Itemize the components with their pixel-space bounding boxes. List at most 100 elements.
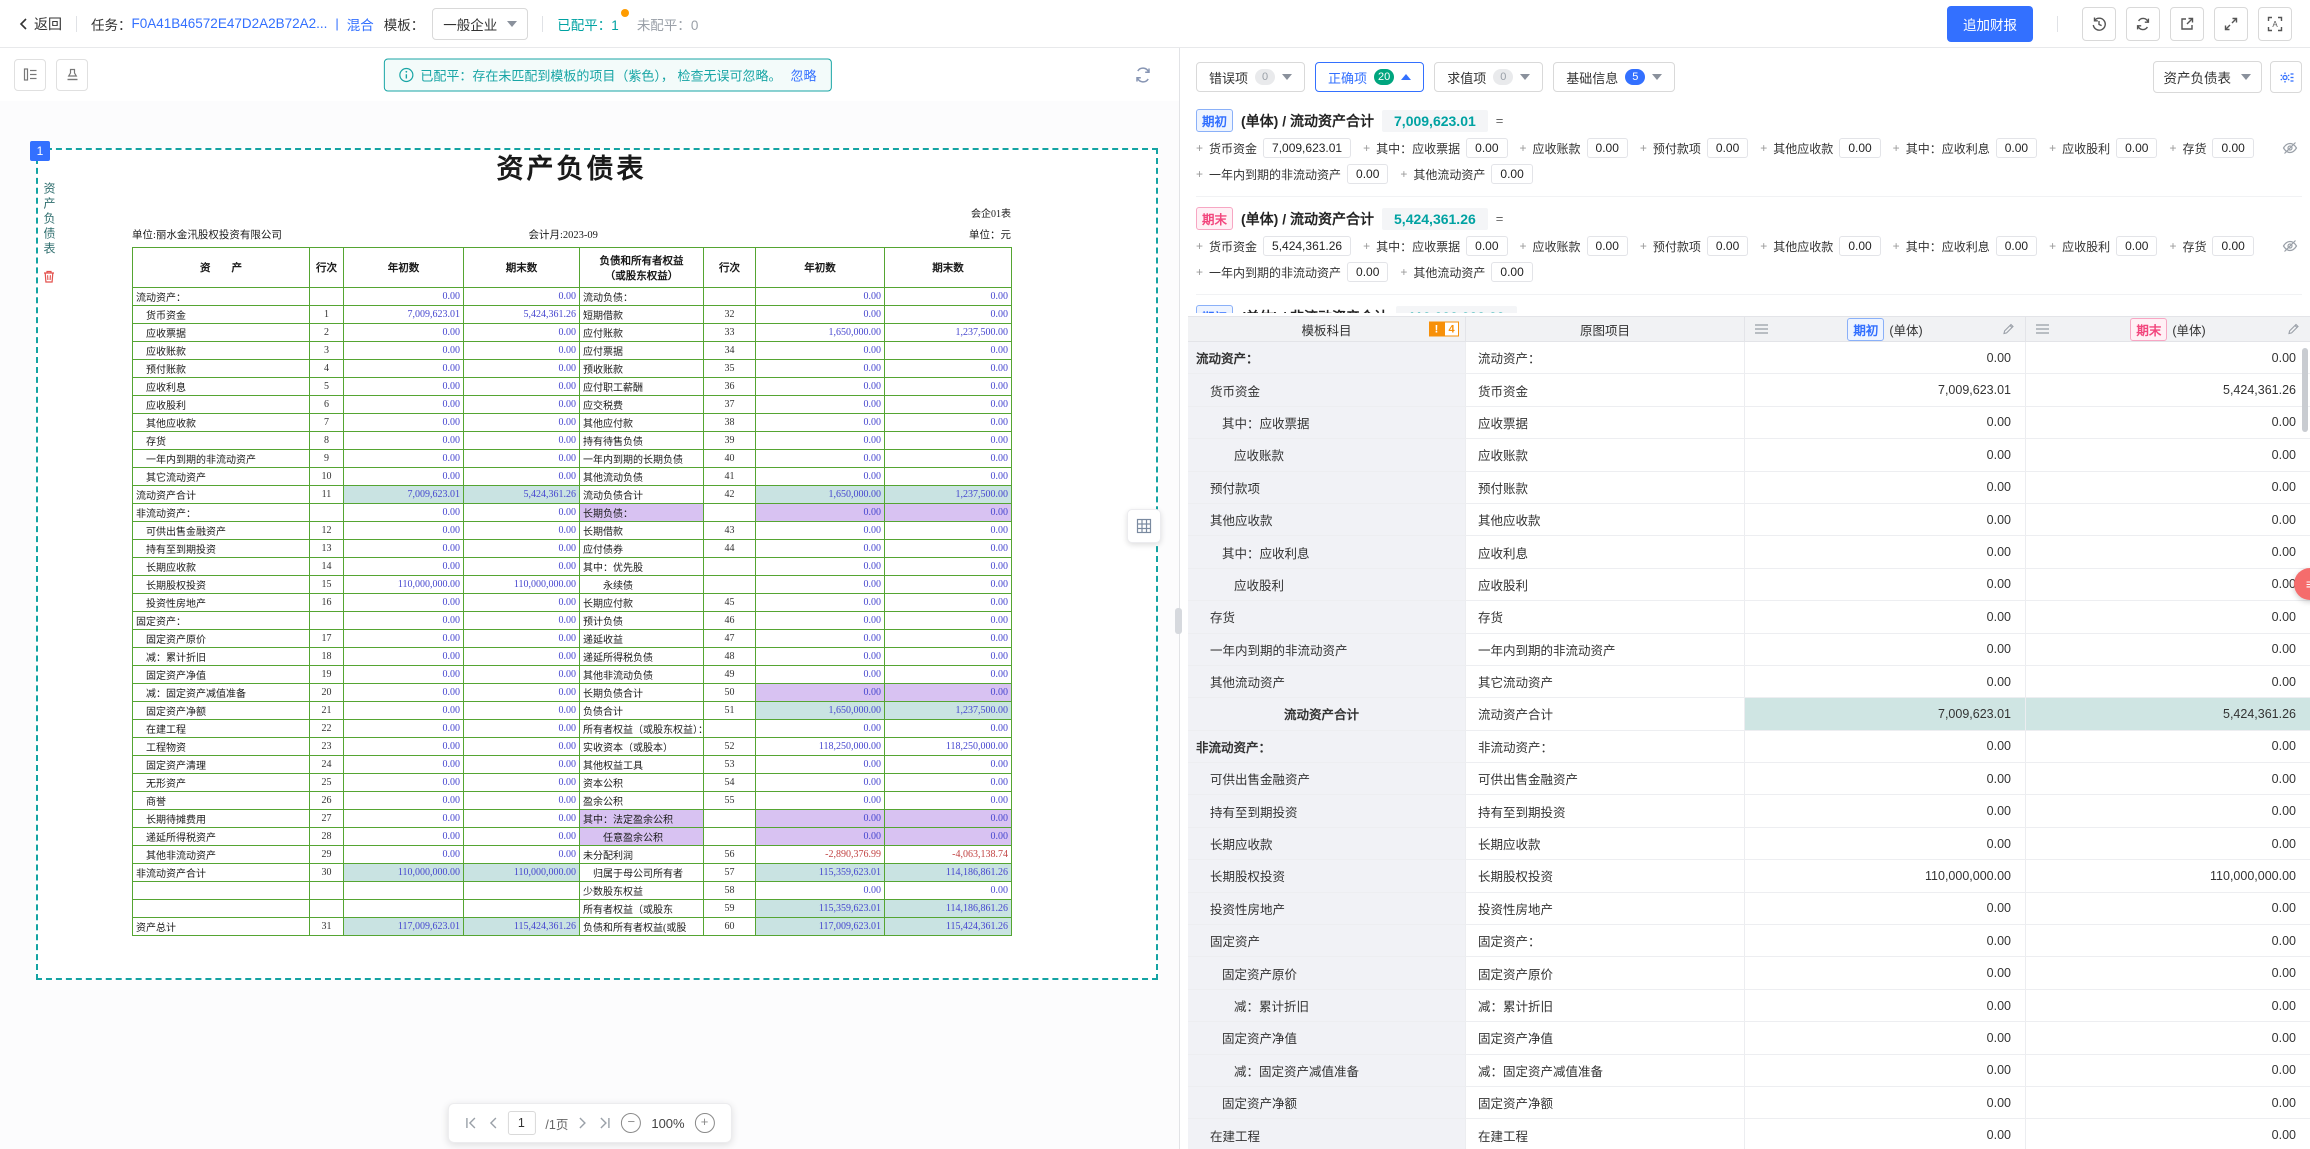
- begin-value-cell[interactable]: 0.00: [1745, 893, 2026, 924]
- begin-value-cell[interactable]: 0.00: [1745, 472, 2026, 503]
- table-row[interactable]: 在建工程在建工程0.000.00: [1188, 1119, 2310, 1149]
- begin-value-cell[interactable]: 0.00: [1745, 634, 2026, 665]
- formula-total-value[interactable]: 110,000,000.00: [1396, 306, 1517, 314]
- delete-sheet-button[interactable]: [42, 269, 56, 284]
- begin-value-cell[interactable]: 0.00: [1745, 1087, 2026, 1118]
- begin-value-cell[interactable]: 0.00: [1745, 504, 2026, 535]
- edit-icon[interactable]: [2002, 323, 2015, 336]
- tab-error-items[interactable]: 错误项0: [1196, 62, 1305, 92]
- begin-value-cell[interactable]: 0.00: [1745, 1055, 2026, 1086]
- end-value-cell[interactable]: 0.00: [2026, 439, 2310, 470]
- begin-value-cell[interactable]: 0.00: [1745, 439, 2026, 470]
- table-row[interactable]: 长期应收款长期应收款0.000.00: [1188, 828, 2310, 860]
- end-value-cell[interactable]: 0.00: [2026, 601, 2310, 632]
- scrollbar-thumb[interactable]: [2302, 348, 2308, 432]
- edit-icon[interactable]: [2287, 323, 2300, 336]
- table-row[interactable]: 其他应收款其他应收款0.000.00: [1188, 504, 2310, 536]
- panel-resize-handle[interactable]: [1175, 608, 1182, 634]
- begin-value-cell[interactable]: 0.00: [1745, 795, 2026, 826]
- list-icon[interactable]: [1755, 324, 1768, 335]
- table-row[interactable]: 其中：应收票据应收票据0.000.00: [1188, 407, 2310, 439]
- zoom-in-button[interactable]: +: [695, 1113, 715, 1133]
- begin-value-cell[interactable]: 0.00: [1745, 666, 2026, 697]
- table-row[interactable]: 一年内到期的非流动资产一年内到期的非流动资产0.000.00: [1188, 634, 2310, 666]
- table-row[interactable]: 流动资产：流动资产：0.000.00: [1188, 342, 2310, 374]
- sheet-settings-button[interactable]: [2270, 61, 2302, 93]
- table-row[interactable]: 其中：应收利息应收利息0.000.00: [1188, 536, 2310, 568]
- table-row[interactable]: 减：累计折旧减：累计折旧0.000.00: [1188, 990, 2310, 1022]
- end-value-cell[interactable]: 0.00: [2026, 634, 2310, 665]
- table-row[interactable]: 应收账款应收账款0.000.00: [1188, 439, 2310, 471]
- thumbnail-toggle-button[interactable]: [14, 59, 46, 91]
- task-id-link[interactable]: F0A41B46572E47D2A2B72A2...: [132, 16, 328, 31]
- formula-total-value[interactable]: 5,424,361.26: [1382, 208, 1488, 230]
- end-value-cell[interactable]: 0.00: [2026, 407, 2310, 438]
- begin-value-cell[interactable]: 0.00: [1745, 342, 2026, 373]
- end-value-cell[interactable]: 0.00: [2026, 472, 2310, 503]
- template-select[interactable]: 一般企业: [432, 8, 528, 40]
- next-page-button[interactable]: [578, 1117, 587, 1129]
- end-value-cell[interactable]: 0.00: [2026, 666, 2310, 697]
- end-value-cell[interactable]: 0.00: [2026, 957, 2310, 988]
- begin-value-cell[interactable]: 0.00: [1745, 731, 2026, 762]
- end-value-cell[interactable]: 0.00: [2026, 1055, 2310, 1086]
- end-value-cell[interactable]: 0.00: [2026, 795, 2310, 826]
- table-row[interactable]: 预付款项预付账款0.000.00: [1188, 472, 2310, 504]
- end-value-cell[interactable]: 0.00: [2026, 828, 2310, 859]
- back-button[interactable]: 返回: [18, 14, 62, 34]
- begin-value-cell[interactable]: 0.00: [1745, 925, 2026, 956]
- end-value-cell[interactable]: 0.00: [2026, 925, 2310, 956]
- unmatched-count-badge[interactable]: ! 4: [1429, 322, 1459, 337]
- list-icon[interactable]: [2036, 324, 2049, 335]
- table-row[interactable]: 持有至到期投资持有至到期投资0.000.00: [1188, 795, 2310, 827]
- zoom-out-button[interactable]: −: [621, 1113, 641, 1133]
- end-value-cell[interactable]: 0.00: [2026, 342, 2310, 373]
- begin-value-cell[interactable]: 0.00: [1745, 601, 2026, 632]
- begin-value-cell[interactable]: 0.00: [1745, 1119, 2026, 1149]
- table-row[interactable]: 应收股利应收股利0.000.00: [1188, 569, 2310, 601]
- table-grid-button[interactable]: [1127, 509, 1161, 543]
- end-value-cell[interactable]: 0.00: [2026, 763, 2310, 794]
- tab-correct-items[interactable]: 正确项20: [1315, 62, 1424, 92]
- fullscreen-button[interactable]: [2214, 7, 2248, 41]
- auto-match-button[interactable]: [1133, 65, 1153, 85]
- refresh-button[interactable]: [2126, 7, 2160, 41]
- export-button[interactable]: [2170, 7, 2204, 41]
- last-page-button[interactable]: [597, 1117, 611, 1129]
- begin-value-cell[interactable]: 7,009,623.01: [1745, 374, 2026, 405]
- stamp-tool-button[interactable]: [56, 59, 88, 91]
- end-value-cell[interactable]: 0.00: [2026, 1022, 2310, 1053]
- prev-page-button[interactable]: [488, 1117, 497, 1129]
- end-value-cell[interactable]: 110,000,000.00: [2026, 860, 2310, 891]
- table-row[interactable]: 非流动资产：非流动资产：0.000.00: [1188, 731, 2310, 763]
- end-value-cell[interactable]: 0.00: [2026, 893, 2310, 924]
- end-value-cell[interactable]: 0.00: [2026, 569, 2310, 600]
- table-row[interactable]: 固定资产原价固定资产原价0.000.00: [1188, 957, 2310, 989]
- table-row[interactable]: 长期股权投资长期股权投资110,000,000.00110,000,000.00: [1188, 860, 2310, 892]
- end-value-cell[interactable]: 0.00: [2026, 731, 2310, 762]
- table-row[interactable]: 减：固定资产减值准备减：固定资产减值准备0.000.00: [1188, 1055, 2310, 1087]
- table-row[interactable]: 投资性房地产投资性房地产0.000.00: [1188, 893, 2310, 925]
- toggle-visibility-button[interactable]: [2282, 239, 2298, 253]
- ocr-recognize-button[interactable]: A: [2258, 7, 2292, 41]
- page-number-input[interactable]: 1: [507, 1111, 535, 1135]
- begin-value-cell[interactable]: 0.00: [1745, 407, 2026, 438]
- end-value-cell[interactable]: 0.00: [2026, 990, 2310, 1021]
- begin-value-cell[interactable]: 0.00: [1745, 569, 2026, 600]
- end-value-cell[interactable]: 0.00: [2026, 1119, 2310, 1149]
- table-row[interactable]: 货币资金货币资金7,009,623.015,424,361.26: [1188, 374, 2310, 406]
- table-row[interactable]: 存货存货0.000.00: [1188, 601, 2310, 633]
- append-report-button[interactable]: 追加财报: [1947, 6, 2033, 42]
- end-value-cell[interactable]: 0.00: [2026, 1087, 2310, 1118]
- ignore-link[interactable]: 忽略: [790, 65, 816, 84]
- tab-eval-items[interactable]: 求值项0: [1434, 62, 1543, 92]
- begin-value-cell[interactable]: 110,000,000.00: [1745, 860, 2026, 891]
- end-value-cell[interactable]: 5,424,361.26: [2026, 698, 2310, 729]
- table-row[interactable]: 流动资产合计流动资产合计7,009,623.015,424,361.26: [1188, 698, 2310, 730]
- table-row[interactable]: 其他流动资产其它流动资产0.000.00: [1188, 666, 2310, 698]
- formula-total-value[interactable]: 7,009,623.01: [1382, 110, 1488, 132]
- sheet-tab-vertical[interactable]: 资产负债表: [40, 179, 59, 260]
- table-row[interactable]: 固定资产净额固定资产净额0.000.00: [1188, 1087, 2310, 1119]
- history-button[interactable]: [2082, 7, 2116, 41]
- tab-basic-info[interactable]: 基础信息5: [1553, 62, 1675, 92]
